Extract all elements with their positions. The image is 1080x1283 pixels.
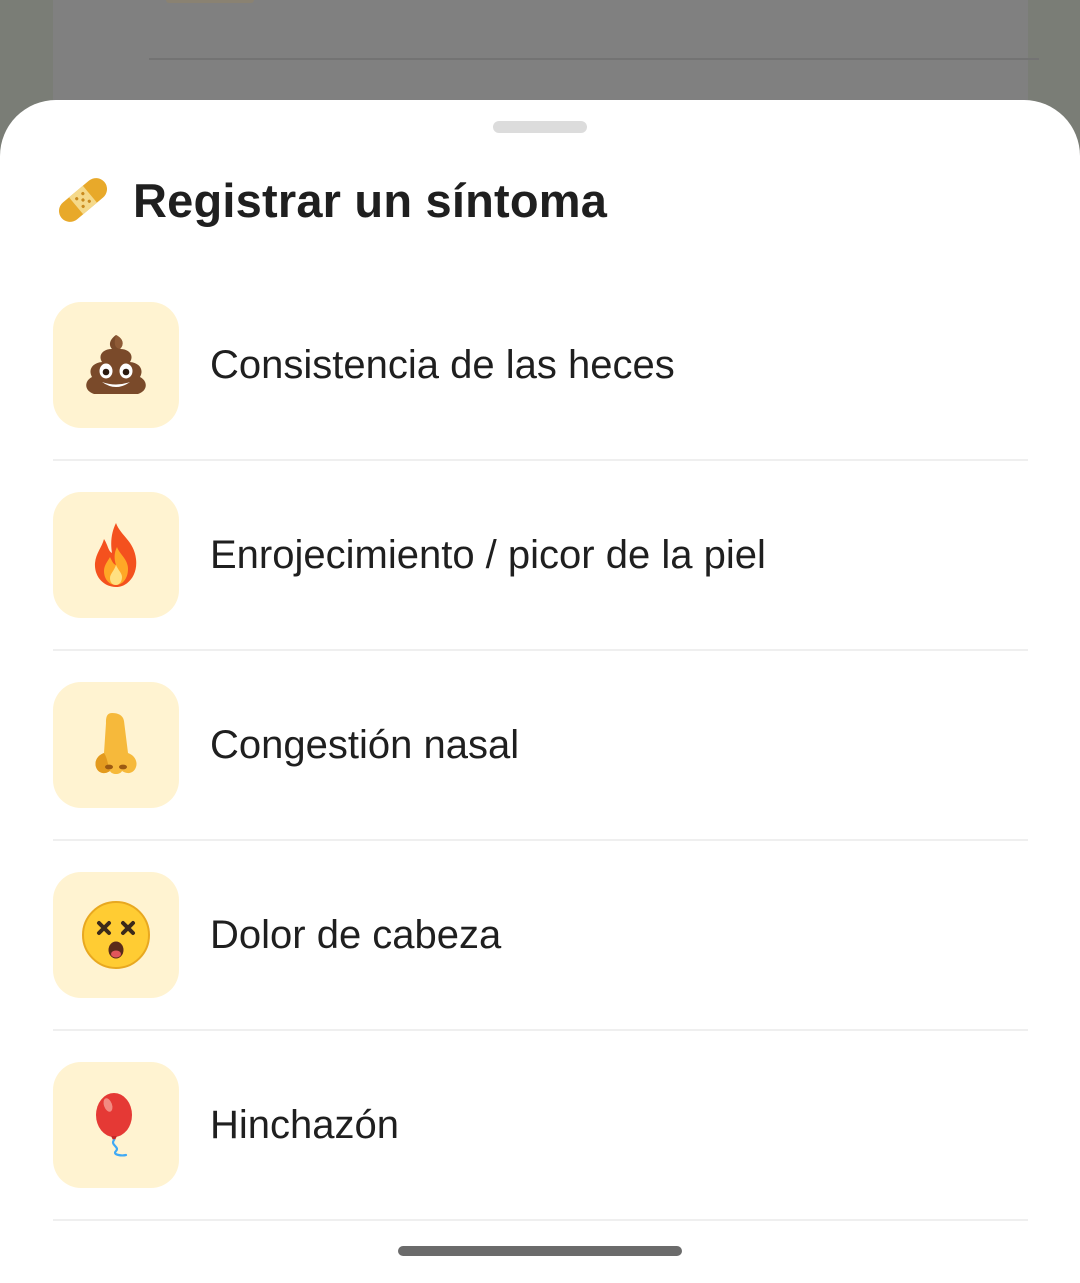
- symptom-icon-tile: [53, 872, 179, 998]
- symptom-item-headache[interactable]: Dolor de cabeza: [53, 872, 1028, 1062]
- bandage-icon: [58, 178, 108, 222]
- sheet-drag-handle[interactable]: [493, 121, 587, 133]
- row-divider: [53, 649, 1028, 651]
- symptom-icon-tile: [53, 1062, 179, 1188]
- symptom-label: Hinchazón: [210, 1103, 400, 1147]
- symptom-icon-tile: [53, 492, 179, 618]
- nose-icon: [95, 713, 137, 774]
- symptom-item-nasal-congestion[interactable]: Congestión nasal: [53, 682, 1028, 872]
- symptom-icon-tile: [53, 302, 179, 428]
- row-divider: [53, 839, 1028, 841]
- fire-icon: [94, 523, 137, 587]
- symptom-label: Enrojecimiento / picor de la piel: [210, 533, 766, 577]
- background-chip: [166, 0, 254, 3]
- symptom-item-bloating[interactable]: Hinchazón: [53, 1062, 1028, 1252]
- row-divider: [53, 1219, 1028, 1221]
- poop-icon: [86, 335, 146, 394]
- symptom-label: Dolor de cabeza: [210, 913, 502, 957]
- row-divider: [53, 459, 1028, 461]
- balloon-icon: [96, 1093, 132, 1157]
- symptom-label: Consistencia de las heces: [210, 343, 675, 387]
- background-divider: [149, 58, 1039, 60]
- symptom-icon-tile: [53, 682, 179, 808]
- sheet-title: Registrar un síntoma: [133, 173, 608, 227]
- symptom-label: Congestión nasal: [210, 723, 520, 767]
- row-divider: [53, 1029, 1028, 1031]
- dizzy-face-icon: [82, 901, 150, 969]
- sheet-header: Registrar un síntoma: [53, 168, 607, 232]
- symptom-bottom-sheet: Registrar un síntoma Consistencia de las…: [0, 100, 1080, 1283]
- gesture-navigation-bar[interactable]: [398, 1246, 682, 1256]
- symptom-item-skin-redness[interactable]: Enrojecimiento / picor de la piel: [53, 492, 1028, 682]
- symptom-list: Consistencia de las heces Enrojecimiento…: [53, 302, 1028, 1252]
- symptom-item-stool-consistency[interactable]: Consistencia de las heces: [53, 302, 1028, 492]
